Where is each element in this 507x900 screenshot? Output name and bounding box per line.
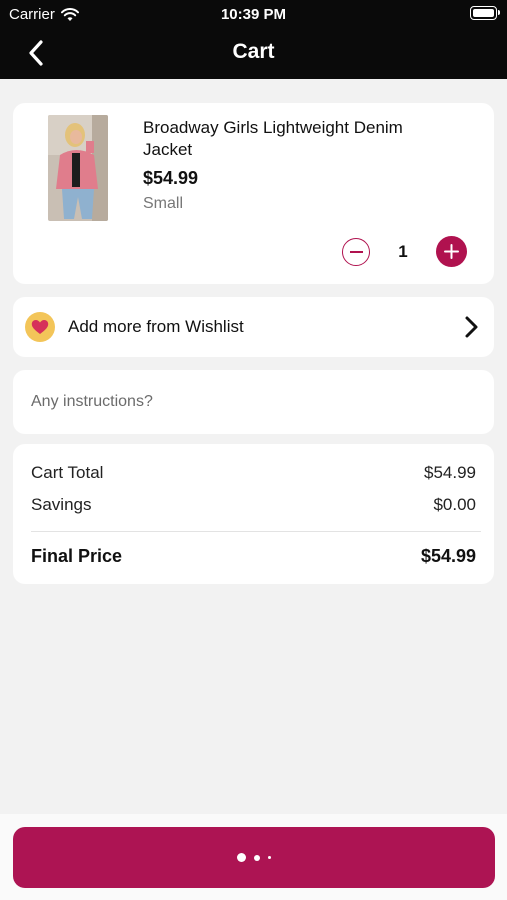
- status-time: 10:39 PM: [220, 6, 287, 23]
- product-size: Small: [143, 195, 184, 212]
- battery-icon: [470, 6, 500, 20]
- wishlist-label: Add more from Wishlist: [68, 317, 244, 336]
- page-title: Cart: [232, 40, 275, 63]
- heart-icon: [31, 320, 49, 334]
- status-bar: Carrier 10:39 PM: [0, 0, 507, 28]
- loading-dot: [268, 856, 271, 859]
- quantity-value: 1: [398, 242, 408, 261]
- cart-total-label: Cart Total: [31, 463, 104, 482]
- cart-screen: Carrier 10:39 PM Cart Broadway Girls Lig…: [0, 0, 507, 900]
- decrease-quantity-button[interactable]: [342, 238, 370, 266]
- cart-total-row: Cart Total $54.99: [31, 463, 476, 483]
- cart-total-value: $54.99: [424, 463, 476, 482]
- product-image[interactable]: [48, 115, 108, 221]
- loading-dot: [254, 854, 260, 861]
- divider: [31, 531, 481, 532]
- product-name[interactable]: Broadway Girls Lightweight Denim Jacket: [143, 117, 443, 161]
- savings-label: Savings: [31, 495, 92, 514]
- instructions-input[interactable]: [31, 388, 471, 416]
- loading-dot: [237, 853, 246, 862]
- plus-icon: [444, 244, 459, 259]
- increase-quantity-button[interactable]: [436, 236, 467, 267]
- header: Carrier 10:39 PM Cart: [0, 0, 507, 79]
- wishlist-badge: [25, 312, 55, 342]
- savings-row: Savings $0.00: [31, 495, 476, 515]
- savings-value: $0.00: [433, 495, 476, 514]
- final-price-row: Final Price $54.99: [31, 546, 476, 567]
- product-price: $54.99: [143, 168, 199, 188]
- price-summary-card: Cart Total $54.99 Savings $0.00 Final Pr…: [13, 444, 494, 584]
- wishlist-row[interactable]: Add more from Wishlist: [13, 297, 494, 357]
- final-price-label: Final Price: [31, 546, 123, 566]
- instructions-card: [13, 370, 494, 434]
- checkout-button[interactable]: [13, 827, 495, 888]
- final-price-value: $54.99: [420, 546, 476, 566]
- cart-item-card: Broadway Girls Lightweight Denim Jacket …: [13, 103, 494, 284]
- chevron-right-icon: [465, 316, 478, 338]
- nav-bar: Cart: [0, 28, 507, 79]
